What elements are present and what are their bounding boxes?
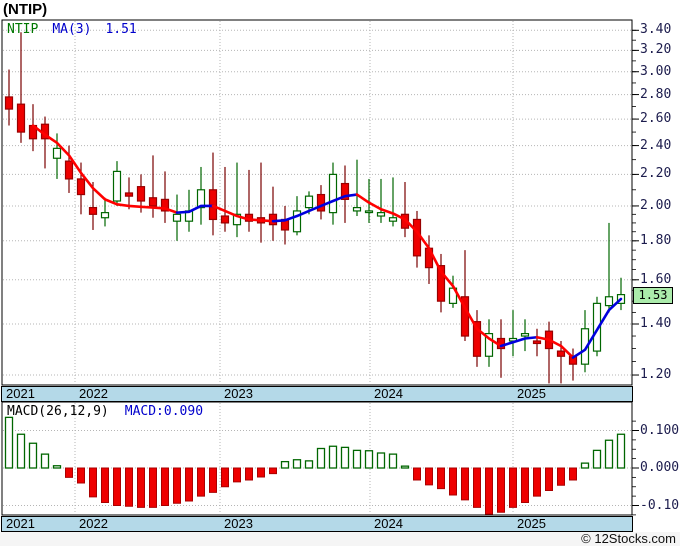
macd-axis-label: 0.100 <box>640 422 680 438</box>
legend-symbol: NTIP <box>7 22 39 37</box>
copyright: © 12Stocks.com <box>581 531 676 546</box>
year-label: 2023 <box>224 386 253 401</box>
year-label: 2022 <box>79 516 108 531</box>
year-label: 2025 <box>517 386 546 401</box>
legend-ma-label: MA(3) <box>52 22 92 37</box>
price-axis-label: 2.40 <box>640 137 672 153</box>
macd-axis-label: -0.100 <box>640 497 680 513</box>
year-label: 2025 <box>517 516 546 531</box>
year-label: 2022 <box>79 386 108 401</box>
price-axis-label: 2.80 <box>640 86 672 102</box>
macd-label: MACD(26,12,9) <box>7 404 109 419</box>
macd-axis-label: 0.000 <box>640 460 680 475</box>
page-title: (NTIP) <box>3 1 48 18</box>
price-axis-label: 3.40 <box>640 22 672 38</box>
year-label: 2024 <box>374 386 403 401</box>
price-axis-label: 1.80 <box>640 232 672 248</box>
candlestick-macd-chart <box>0 19 680 546</box>
last-price-badge: 1.53 <box>633 286 673 304</box>
macd-value: MACD:0.090 <box>124 404 204 419</box>
legend-ma-value: 1.51 <box>105 22 137 37</box>
price-axis-label: 2.20 <box>640 166 672 182</box>
macd-legend: MACD(26,12,9) MACD:0.090 <box>7 404 203 419</box>
price-axis-label: 3.20 <box>640 42 672 58</box>
year-label: 2023 <box>224 516 253 531</box>
price-axis-label: 1.40 <box>640 315 672 331</box>
year-band-top: 2021 2022 2023 2024 2025 <box>1 386 633 402</box>
price-axis-label: 3.00 <box>640 63 672 79</box>
year-label: 2024 <box>374 516 403 531</box>
year-label: 2021 <box>6 386 35 401</box>
year-label: 2021 <box>6 516 35 531</box>
year-band-bottom: 2021 2022 2023 2024 2025 <box>1 516 633 532</box>
price-axis-label: 2.60 <box>640 111 672 127</box>
chart-legend: NTIP MA(3) 1.51 <box>7 22 137 37</box>
price-axis-label: 1.20 <box>640 367 672 383</box>
price-axis-label: 1.60 <box>640 271 672 287</box>
stock-chart-page: (NTIP) NTIP MA(3) 1.51 MACD(26,12,9) MAC… <box>0 0 680 546</box>
price-axis-label: 2.00 <box>640 197 672 213</box>
